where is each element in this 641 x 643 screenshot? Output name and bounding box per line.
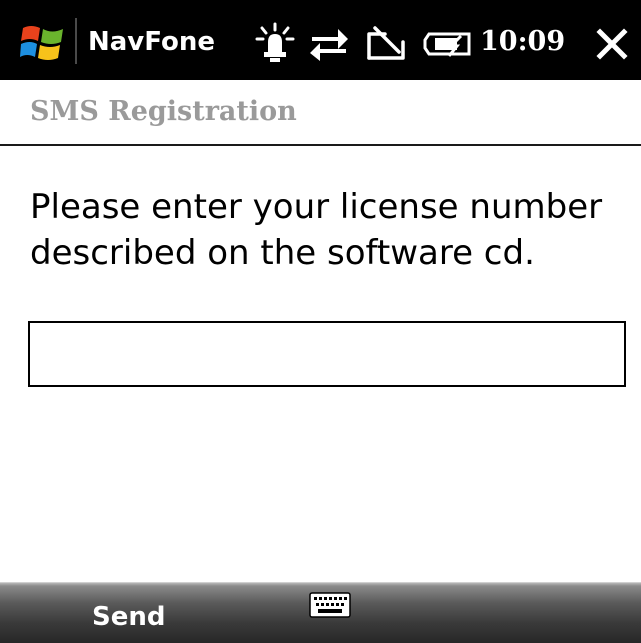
- send-softkey[interactable]: Send: [60, 583, 194, 643]
- connectivity-icon[interactable]: [308, 26, 350, 62]
- notification-icon[interactable]: [255, 22, 295, 64]
- page-title: SMS Registration: [30, 96, 297, 127]
- status-clock: 10:09: [480, 26, 566, 57]
- keyboard-icon: [309, 592, 351, 618]
- battery-icon[interactable]: [423, 30, 473, 58]
- sms-registration-screen: NavFone 10:09 SMS Registration Please en…: [0, 0, 641, 643]
- keyboard-button[interactable]: [300, 583, 360, 623]
- header-divider: [0, 144, 641, 146]
- app-title: NavFone: [88, 27, 215, 57]
- status-bar-divider: [75, 18, 77, 64]
- signal-off-icon[interactable]: [365, 24, 407, 62]
- close-button[interactable]: [586, 18, 638, 70]
- softkey-bar: Send: [0, 582, 641, 643]
- instruction-text: Please enter your license number describ…: [30, 187, 603, 273]
- windows-start-icon[interactable]: [20, 20, 66, 64]
- send-softkey-label: Send: [92, 602, 166, 632]
- license-number-input[interactable]: [28, 321, 626, 387]
- close-icon: [596, 28, 628, 60]
- status-bar: NavFone 10:09: [0, 0, 641, 80]
